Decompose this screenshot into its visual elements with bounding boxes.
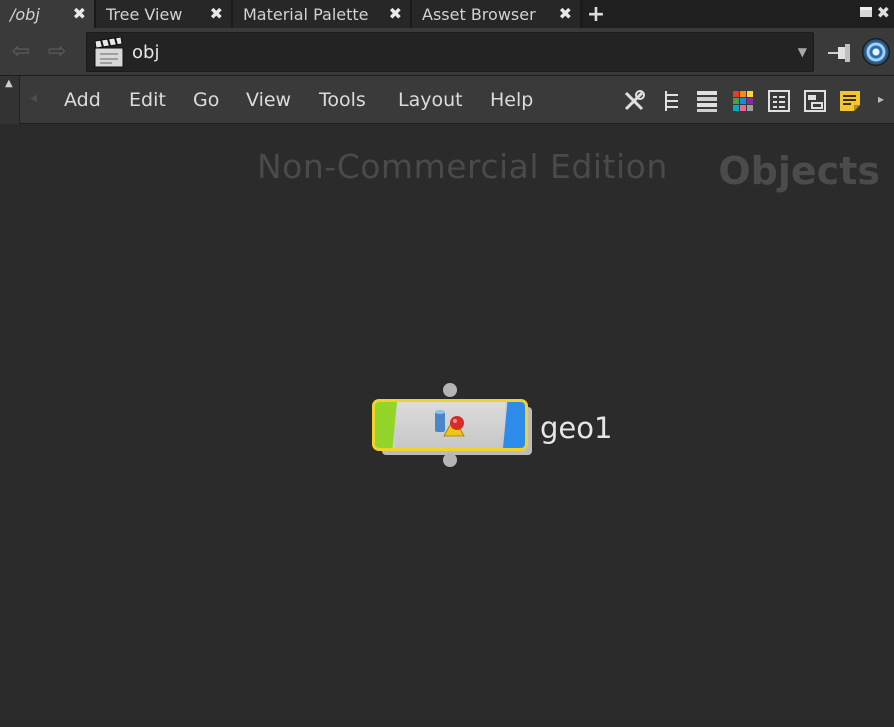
- path-bar: ⇦ ⇨ obj ▼: [0, 28, 894, 76]
- path-text: obj: [132, 42, 160, 63]
- parameters-icon[interactable]: [767, 89, 791, 113]
- tab-obj[interactable]: /obj ✖: [0, 0, 96, 28]
- tab-tree-view[interactable]: Tree View ✖: [96, 0, 233, 28]
- node-geo1[interactable]: geo1: [370, 383, 630, 473]
- menu-layout[interactable]: Layout: [398, 89, 463, 111]
- toolbar-scroll-handle[interactable]: ▲: [0, 76, 20, 124]
- menu-go[interactable]: Go: [193, 89, 219, 111]
- edition-watermark: Non-Commercial Edition: [257, 147, 668, 186]
- network-context-label: Objects: [718, 149, 880, 193]
- menu-view[interactable]: View: [246, 89, 291, 111]
- close-pane-icon[interactable]: ✖: [877, 3, 890, 22]
- menu-tools[interactable]: Tools: [319, 89, 366, 111]
- node-name-label[interactable]: geo1: [540, 411, 612, 445]
- chevron-down-icon[interactable]: ▼: [798, 45, 807, 59]
- pane-menu-icon[interactable]: [860, 7, 872, 17]
- tab-label: Asset Browser: [422, 4, 536, 24]
- tab-label: Tree View: [106, 4, 183, 24]
- node-inner: [375, 402, 525, 448]
- back-arrow-icon[interactable]: ⇦: [8, 41, 34, 63]
- network-path-field[interactable]: obj ▼: [86, 32, 814, 72]
- tab-material-palette[interactable]: Material Palette ✖: [233, 0, 412, 28]
- network-editor-window: /obj ✖ Tree View ✖ Material Palette ✖ As…: [0, 0, 894, 727]
- forward-arrow-icon[interactable]: ⇨: [44, 41, 70, 63]
- network-canvas[interactable]: Non-Commercial Edition Objects geo1: [0, 125, 894, 727]
- network-clapper-icon: [94, 37, 124, 68]
- tab-label: Material Palette: [243, 4, 369, 24]
- node-input-connector[interactable]: [443, 383, 457, 397]
- node-body[interactable]: [372, 399, 528, 451]
- geometry-icon: [435, 410, 465, 437]
- sticky-note-icon[interactable]: [838, 89, 862, 113]
- list-icon[interactable]: [695, 89, 719, 113]
- pane-tab-bar: /obj ✖ Tree View ✖ Material Palette ✖ As…: [0, 0, 894, 28]
- network-box-icon[interactable]: [803, 89, 827, 113]
- node-output-connector[interactable]: [443, 453, 457, 467]
- add-tab-button[interactable]: +: [582, 0, 610, 28]
- pin-icon[interactable]: [826, 40, 854, 64]
- close-icon[interactable]: ✖: [210, 5, 223, 23]
- tab-asset-browser[interactable]: Asset Browser ✖: [412, 0, 582, 28]
- tab-label: /obj: [10, 4, 40, 24]
- close-icon[interactable]: ✖: [559, 5, 572, 23]
- menu-edit[interactable]: Edit: [129, 89, 166, 111]
- menu-bar: ▲ ◂ Add Edit Go View Tools Layout Help ▸: [0, 76, 894, 124]
- menu-help[interactable]: Help: [490, 89, 533, 111]
- tree-icon[interactable]: [660, 89, 684, 113]
- chevron-left-icon[interactable]: ◂: [30, 90, 37, 106]
- chevron-right-icon[interactable]: ▸: [878, 92, 884, 106]
- menu-add[interactable]: Add: [64, 89, 101, 111]
- display-flag[interactable]: [503, 402, 525, 448]
- close-icon[interactable]: ✖: [73, 5, 86, 23]
- link-target-icon[interactable]: [862, 38, 890, 66]
- tools-icon[interactable]: [622, 89, 646, 113]
- close-icon[interactable]: ✖: [389, 5, 402, 23]
- color-palette-icon[interactable]: [731, 89, 755, 113]
- template-flag[interactable]: [375, 402, 397, 448]
